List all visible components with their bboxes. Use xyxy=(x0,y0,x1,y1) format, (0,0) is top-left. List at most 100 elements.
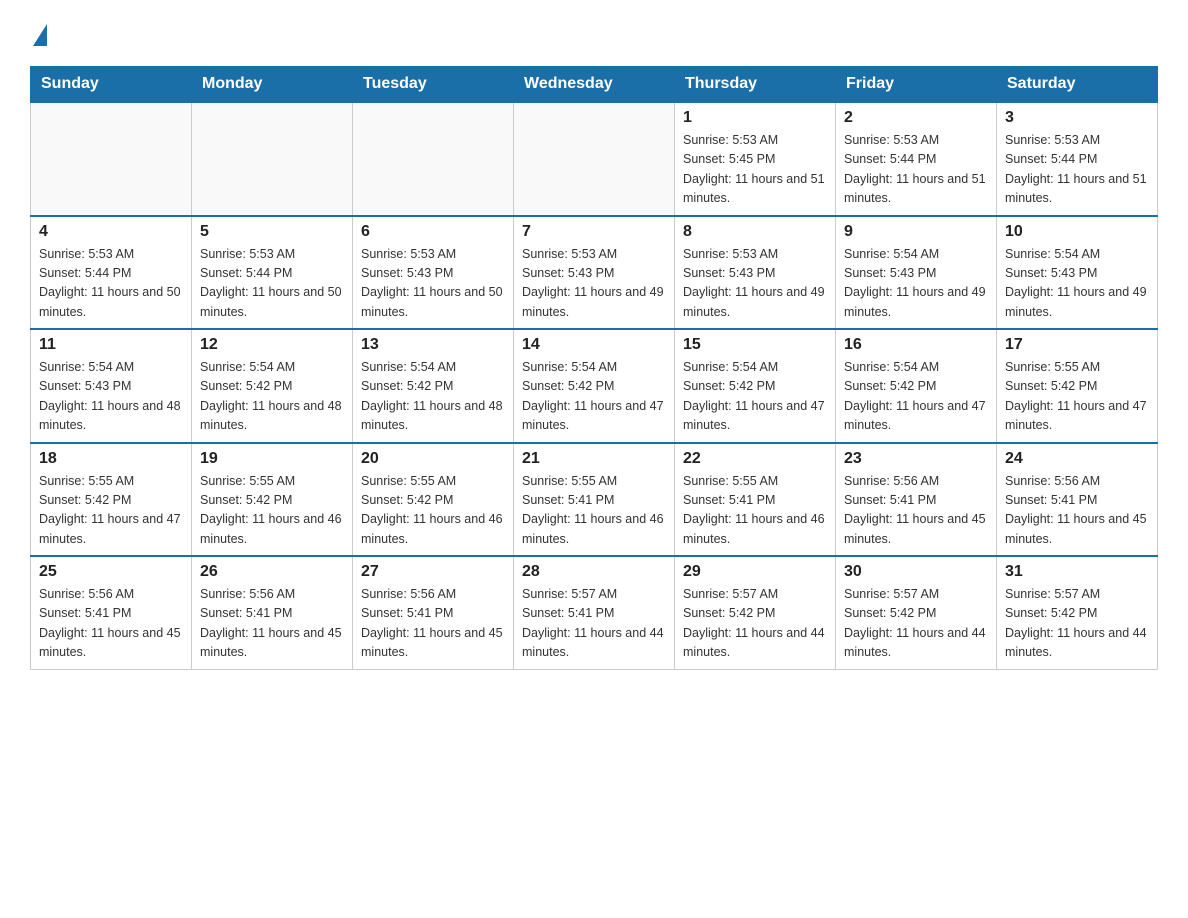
day-number: 28 xyxy=(522,563,666,581)
day-number: 1 xyxy=(683,109,827,127)
sun-info: Sunrise: 5:57 AM Sunset: 5:41 PM Dayligh… xyxy=(522,585,666,663)
week-row-4: 18 Sunrise: 5:55 AM Sunset: 5:42 PM Dayli… xyxy=(31,443,1158,557)
day-number: 26 xyxy=(200,563,344,581)
header-saturday: Saturday xyxy=(997,67,1158,103)
day-number: 4 xyxy=(39,223,183,241)
sun-info: Sunrise: 5:54 AM Sunset: 5:42 PM Dayligh… xyxy=(522,358,666,436)
calendar-cell: 1 Sunrise: 5:53 AM Sunset: 5:45 PM Daylig… xyxy=(675,102,836,216)
day-number: 25 xyxy=(39,563,183,581)
calendar-cell: 2Sunrise: 5:53 AM Sunset: 5:44 PM Daylig… xyxy=(836,102,997,216)
calendar-cell: 5 Sunrise: 5:53 AM Sunset: 5:44 PM Daylig… xyxy=(192,216,353,330)
day-number: 30 xyxy=(844,563,988,581)
page-header xyxy=(30,20,1158,46)
sun-info: Sunrise: 5:53 AM Sunset: 5:44 PM Dayligh… xyxy=(844,131,988,209)
header-friday: Friday xyxy=(836,67,997,103)
sun-info: Sunrise: 5:57 AM Sunset: 5:42 PM Dayligh… xyxy=(1005,585,1149,663)
day-number: 14 xyxy=(522,336,666,354)
sun-info: Sunrise: 5:56 AM Sunset: 5:41 PM Dayligh… xyxy=(844,472,988,550)
sun-info: Sunrise: 5:54 AM Sunset: 5:42 PM Dayligh… xyxy=(844,358,988,436)
calendar-cell: 12 Sunrise: 5:54 AM Sunset: 5:42 PM Dayli… xyxy=(192,329,353,443)
logo xyxy=(30,20,47,46)
calendar-cell: 13 Sunrise: 5:54 AM Sunset: 5:42 PM Dayli… xyxy=(353,329,514,443)
sun-info: Sunrise: 5:53 AM Sunset: 5:45 PM Dayligh… xyxy=(683,131,827,209)
sun-info: Sunrise: 5:56 AM Sunset: 5:41 PM Dayligh… xyxy=(361,585,505,663)
day-number: 20 xyxy=(361,450,505,468)
calendar-cell xyxy=(31,102,192,216)
calendar-cell: 15 Sunrise: 5:54 AM Sunset: 5:42 PM Dayli… xyxy=(675,329,836,443)
sun-info: Sunrise: 5:54 AM Sunset: 5:43 PM Dayligh… xyxy=(1005,245,1149,323)
day-number: 11 xyxy=(39,336,183,354)
sun-info: Sunrise: 5:56 AM Sunset: 5:41 PM Dayligh… xyxy=(39,585,183,663)
calendar-cell: 18 Sunrise: 5:55 AM Sunset: 5:42 PM Dayli… xyxy=(31,443,192,557)
day-number: 24 xyxy=(1005,450,1149,468)
day-number: 7 xyxy=(522,223,666,241)
calendar-cell: 25 Sunrise: 5:56 AM Sunset: 5:41 PM Dayli… xyxy=(31,556,192,669)
week-row-2: 4 Sunrise: 5:53 AM Sunset: 5:44 PM Daylig… xyxy=(31,216,1158,330)
calendar-table: Sunday Monday Tuesday Wednesday Thursday… xyxy=(30,66,1158,670)
calendar-cell: 29 Sunrise: 5:57 AM Sunset: 5:42 PM Dayli… xyxy=(675,556,836,669)
sun-info: Sunrise: 5:55 AM Sunset: 5:41 PM Dayligh… xyxy=(522,472,666,550)
calendar-cell: 27Sunrise: 5:56 AM Sunset: 5:41 PM Dayli… xyxy=(353,556,514,669)
week-row-1: 1 Sunrise: 5:53 AM Sunset: 5:45 PM Daylig… xyxy=(31,102,1158,216)
calendar-cell xyxy=(514,102,675,216)
calendar-cell: 24 Sunrise: 5:56 AM Sunset: 5:41 PM Dayli… xyxy=(997,443,1158,557)
sun-info: Sunrise: 5:54 AM Sunset: 5:42 PM Dayligh… xyxy=(361,358,505,436)
week-row-5: 25 Sunrise: 5:56 AM Sunset: 5:41 PM Dayli… xyxy=(31,556,1158,669)
day-number: 18 xyxy=(39,450,183,468)
day-number: 10 xyxy=(1005,223,1149,241)
day-number: 31 xyxy=(1005,563,1149,581)
calendar-cell: 7 Sunrise: 5:53 AM Sunset: 5:43 PM Daylig… xyxy=(514,216,675,330)
sun-info: Sunrise: 5:53 AM Sunset: 5:44 PM Dayligh… xyxy=(200,245,344,323)
calendar-cell: 20 Sunrise: 5:55 AM Sunset: 5:42 PM Dayli… xyxy=(353,443,514,557)
calendar-cell: 11 Sunrise: 5:54 AM Sunset: 5:43 PM Dayli… xyxy=(31,329,192,443)
sun-info: Sunrise: 5:53 AM Sunset: 5:44 PM Dayligh… xyxy=(39,245,183,323)
calendar-cell: 9Sunrise: 5:54 AM Sunset: 5:43 PM Daylig… xyxy=(836,216,997,330)
day-number: 21 xyxy=(522,450,666,468)
calendar-cell: 3Sunrise: 5:53 AM Sunset: 5:44 PM Daylig… xyxy=(997,102,1158,216)
calendar-cell: 17Sunrise: 5:55 AM Sunset: 5:42 PM Dayli… xyxy=(997,329,1158,443)
day-number: 13 xyxy=(361,336,505,354)
sun-info: Sunrise: 5:53 AM Sunset: 5:43 PM Dayligh… xyxy=(522,245,666,323)
calendar-cell: 30 Sunrise: 5:57 AM Sunset: 5:42 PM Dayli… xyxy=(836,556,997,669)
day-number: 5 xyxy=(200,223,344,241)
sun-info: Sunrise: 5:54 AM Sunset: 5:43 PM Dayligh… xyxy=(39,358,183,436)
sun-info: Sunrise: 5:55 AM Sunset: 5:41 PM Dayligh… xyxy=(683,472,827,550)
header-tuesday: Tuesday xyxy=(353,67,514,103)
sun-info: Sunrise: 5:54 AM Sunset: 5:42 PM Dayligh… xyxy=(683,358,827,436)
day-number: 12 xyxy=(200,336,344,354)
day-number: 19 xyxy=(200,450,344,468)
header-sunday: Sunday xyxy=(31,67,192,103)
day-number: 29 xyxy=(683,563,827,581)
sun-info: Sunrise: 5:53 AM Sunset: 5:43 PM Dayligh… xyxy=(683,245,827,323)
calendar-cell: 6Sunrise: 5:53 AM Sunset: 5:43 PM Daylig… xyxy=(353,216,514,330)
sun-info: Sunrise: 5:54 AM Sunset: 5:42 PM Dayligh… xyxy=(200,358,344,436)
calendar-cell: 14 Sunrise: 5:54 AM Sunset: 5:42 PM Dayli… xyxy=(514,329,675,443)
day-number: 8 xyxy=(683,223,827,241)
day-number: 23 xyxy=(844,450,988,468)
calendar-cell: 21 Sunrise: 5:55 AM Sunset: 5:41 PM Dayli… xyxy=(514,443,675,557)
day-number: 22 xyxy=(683,450,827,468)
header-thursday: Thursday xyxy=(675,67,836,103)
header-wednesday: Wednesday xyxy=(514,67,675,103)
calendar-cell: 19Sunrise: 5:55 AM Sunset: 5:42 PM Dayli… xyxy=(192,443,353,557)
calendar-cell xyxy=(353,102,514,216)
sun-info: Sunrise: 5:57 AM Sunset: 5:42 PM Dayligh… xyxy=(683,585,827,663)
weekday-header-row: Sunday Monday Tuesday Wednesday Thursday… xyxy=(31,67,1158,103)
week-row-3: 11 Sunrise: 5:54 AM Sunset: 5:43 PM Dayli… xyxy=(31,329,1158,443)
header-monday: Monday xyxy=(192,67,353,103)
sun-info: Sunrise: 5:55 AM Sunset: 5:42 PM Dayligh… xyxy=(361,472,505,550)
day-number: 15 xyxy=(683,336,827,354)
sun-info: Sunrise: 5:56 AM Sunset: 5:41 PM Dayligh… xyxy=(200,585,344,663)
calendar-cell xyxy=(192,102,353,216)
calendar-cell: 28 Sunrise: 5:57 AM Sunset: 5:41 PM Dayli… xyxy=(514,556,675,669)
calendar-cell: 23 Sunrise: 5:56 AM Sunset: 5:41 PM Dayli… xyxy=(836,443,997,557)
logo-triangle-icon xyxy=(33,24,47,46)
sun-info: Sunrise: 5:55 AM Sunset: 5:42 PM Dayligh… xyxy=(1005,358,1149,436)
calendar-cell: 10 Sunrise: 5:54 AM Sunset: 5:43 PM Dayli… xyxy=(997,216,1158,330)
sun-info: Sunrise: 5:55 AM Sunset: 5:42 PM Dayligh… xyxy=(39,472,183,550)
calendar-cell: 26 Sunrise: 5:56 AM Sunset: 5:41 PM Dayli… xyxy=(192,556,353,669)
sun-info: Sunrise: 5:57 AM Sunset: 5:42 PM Dayligh… xyxy=(844,585,988,663)
day-number: 9 xyxy=(844,223,988,241)
sun-info: Sunrise: 5:56 AM Sunset: 5:41 PM Dayligh… xyxy=(1005,472,1149,550)
day-number: 6 xyxy=(361,223,505,241)
